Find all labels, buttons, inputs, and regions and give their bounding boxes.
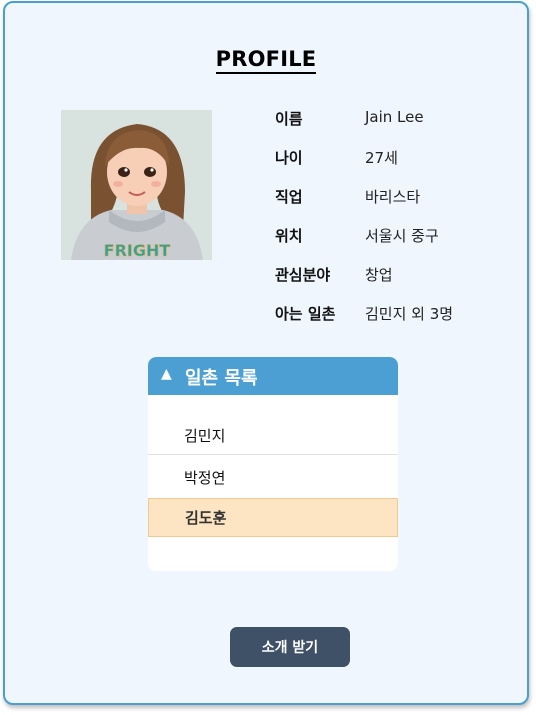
svg-text:FRIGHT: FRIGHT [104, 241, 171, 260]
page-title-wrap: PROFILE [5, 47, 527, 74]
info-value: 바리스타 [365, 188, 421, 206]
info-value: 김민지 외 3명 [365, 305, 454, 323]
collapse-triangle-icon: ▲ [161, 366, 172, 382]
info-value: 27세 [365, 149, 398, 167]
info-label: 나이 [275, 149, 303, 167]
avatar-illustration: FRIGHT [61, 110, 212, 260]
info-label: 위치 [275, 227, 303, 245]
page-title: PROFILE [215, 47, 317, 74]
info-label: 관심분야 [275, 266, 331, 284]
friends-list-header[interactable]: ▲ 일촌 목록 [148, 357, 398, 395]
friends-list-title: 일촌 목록 [185, 368, 258, 389]
friend-list-item-selected[interactable]: 김도훈 [148, 498, 398, 537]
info-value: 창업 [365, 266, 393, 284]
introduce-button[interactable]: 소개 받기 [230, 627, 350, 667]
info-label: 아는 일촌 [275, 305, 336, 323]
info-value: 서울시 중구 [365, 227, 439, 245]
profile-card: PROFILE FRIGHT 이름 Jain Lee 나이 27세 직업 바리스… [3, 1, 529, 705]
friend-list-item[interactable]: 김민지 [148, 417, 398, 455]
info-label: 직업 [275, 188, 303, 206]
friend-list-item[interactable]: 박정연 [148, 458, 398, 498]
friends-list-panel: ▲ 일촌 목록 김민지 박정연 김도훈 [148, 357, 398, 571]
avatar: FRIGHT [61, 110, 212, 260]
info-value: Jain Lee [365, 108, 424, 126]
info-label: 이름 [275, 110, 303, 128]
